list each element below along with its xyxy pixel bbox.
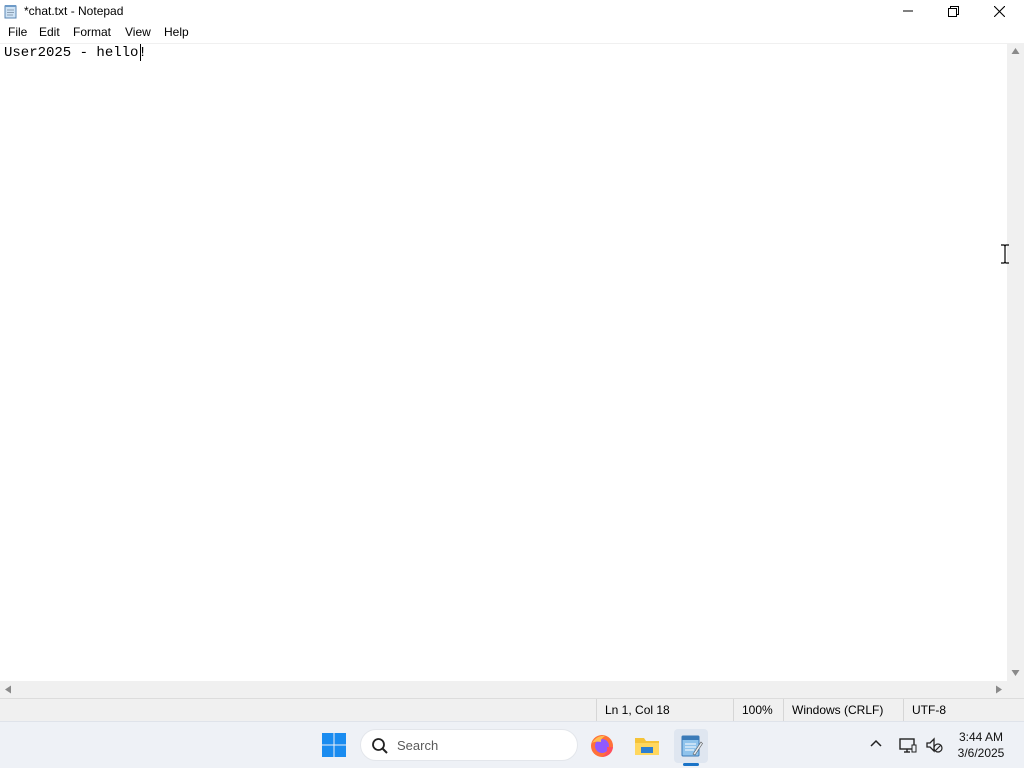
menu-format[interactable]: Format — [72, 25, 112, 39]
menu-view[interactable]: View — [124, 25, 152, 39]
notepad-window: *chat.txt - Notepad File Edit Format Vie… — [0, 0, 1024, 721]
notepad-icon — [681, 735, 703, 757]
scroll-down-arrow-icon[interactable] — [1011, 668, 1020, 677]
window-title: *chat.txt - Notepad — [24, 4, 124, 18]
minimize-icon — [903, 10, 913, 12]
clock-time: 3:44 AM — [958, 730, 1004, 744]
restore-icon — [947, 5, 959, 17]
menu-bar: File Edit Format View Help — [0, 22, 1024, 43]
taskbar-file-explorer-button[interactable] — [630, 729, 664, 763]
system-clock[interactable]: 3:44 AM 3/6/2025 — [948, 729, 1014, 761]
status-zoom: 100% — [733, 699, 785, 721]
windows-start-icon[interactable] — [319, 730, 349, 760]
file-explorer-icon — [635, 738, 659, 755]
restore-button[interactable] — [930, 0, 976, 22]
status-bar: Ln 1, Col 18 100% Windows (CRLF) UTF-8 — [0, 698, 1024, 721]
firefox-icon — [591, 735, 613, 757]
notepad-app-icon — [4, 5, 17, 19]
text-caret — [140, 44, 141, 61]
network-display-icon[interactable] — [898, 735, 918, 755]
taskbar-search-box[interactable]: Search — [360, 729, 578, 761]
title-bar[interactable]: *chat.txt - Notepad — [0, 0, 1024, 22]
minimize-button[interactable] — [885, 0, 931, 22]
menu-edit[interactable]: Edit — [38, 25, 61, 39]
show-hidden-icons-chevron-icon[interactable] — [868, 736, 884, 752]
text-editor-area[interactable]: User2025 - hello! — [0, 43, 1007, 681]
scroll-right-arrow-icon[interactable] — [994, 685, 1003, 694]
scrollbar-corner — [1007, 681, 1024, 698]
search-placeholder: Search — [397, 738, 439, 753]
clock-date: 3/6/2025 — [957, 746, 1005, 760]
status-line-ending: Windows (CRLF) — [783, 699, 903, 721]
status-cursor-position: Ln 1, Col 18 — [596, 699, 734, 721]
editor-content[interactable]: User2025 - hello! — [4, 45, 147, 61]
menu-help[interactable]: Help — [163, 25, 190, 39]
active-app-indicator — [683, 763, 699, 766]
vertical-scrollbar[interactable] — [1007, 43, 1024, 681]
speaker-muted-icon[interactable] — [924, 735, 944, 755]
taskbar: Search 3:44 AM 3/6/2025 — [0, 721, 1024, 768]
close-button[interactable] — [976, 0, 1022, 22]
taskbar-notepad-button[interactable] — [674, 729, 708, 763]
search-icon — [372, 738, 388, 754]
scroll-up-arrow-icon[interactable] — [1011, 47, 1020, 56]
scroll-left-arrow-icon[interactable] — [4, 685, 13, 694]
menu-file[interactable]: File — [7, 25, 28, 39]
close-icon — [993, 5, 1005, 17]
taskbar-firefox-button[interactable] — [585, 729, 619, 763]
horizontal-scrollbar[interactable] — [0, 681, 1007, 698]
status-encoding: UTF-8 — [903, 699, 1024, 721]
mouse-ibeam-cursor-icon — [1001, 244, 1009, 264]
